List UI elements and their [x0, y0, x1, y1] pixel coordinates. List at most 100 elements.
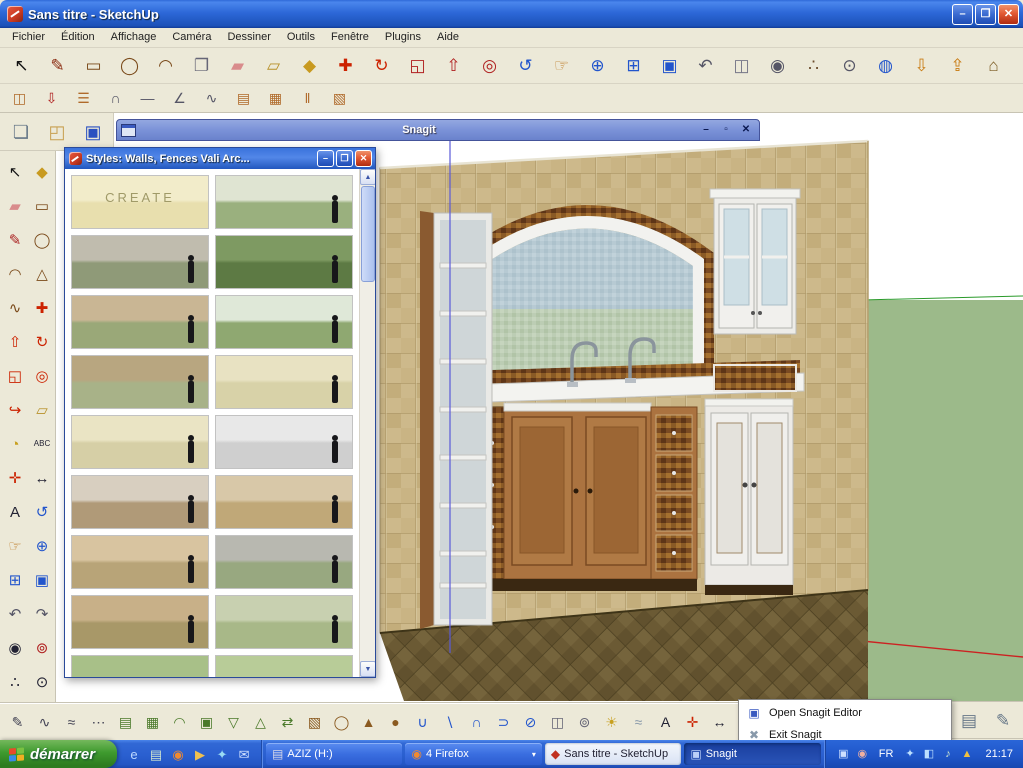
- box-primitive-icon[interactable]: ▧: [301, 707, 328, 737]
- style-stone-wall[interactable]: [71, 235, 209, 289]
- style-iron-gate-fence[interactable]: [215, 175, 353, 229]
- messenger-tray-icon[interactable]: ✦: [900, 742, 919, 766]
- zoom-icon[interactable]: ⊕: [28, 529, 56, 563]
- export-icon[interactable]: ⇪: [940, 49, 975, 82]
- line-icon[interactable]: ✎: [1, 223, 29, 257]
- zoom-icon[interactable]: ⊕: [580, 49, 615, 82]
- menu-outils[interactable]: Outils: [279, 28, 323, 47]
- menu-plugins[interactable]: Plugins: [377, 28, 429, 47]
- menu-affichage[interactable]: Affichage: [103, 28, 165, 47]
- orbit-icon[interactable]: ↺: [28, 495, 56, 529]
- lower-cabinets[interactable]: [479, 398, 794, 595]
- task-aziz-drive[interactable]: ▤ AZIZ (H:): [266, 743, 403, 765]
- menu-fenetre[interactable]: Fenêtre: [323, 28, 377, 47]
- push-pull-icon[interactable]: ⇧: [436, 49, 471, 82]
- walk-icon[interactable]: ∴: [796, 49, 831, 82]
- axes-icon[interactable]: ✛: [1, 461, 29, 495]
- style-hedge-row[interactable]: [71, 655, 209, 677]
- section-plane-icon[interactable]: ◫: [724, 49, 759, 82]
- maximize-button[interactable]: ❐: [336, 150, 353, 167]
- rotate-icon[interactable]: ↻: [364, 49, 399, 82]
- style-concrete-wall[interactable]: [215, 415, 353, 469]
- capture-tray-icon[interactable]: ◉: [853, 742, 872, 766]
- internet-explorer-icon[interactable]: e: [123, 742, 145, 766]
- move-icon[interactable]: ✚: [28, 291, 56, 325]
- freehand-plus-icon[interactable]: ✎: [4, 707, 31, 737]
- scroll-thumb[interactable]: [361, 186, 375, 282]
- snagit-pen-icon[interactable]: ✎: [987, 704, 1019, 736]
- fence-tool-icon[interactable]: ▦: [260, 85, 291, 112]
- eye-icon[interactable]: ◉: [1, 631, 29, 665]
- move-icon[interactable]: ✚: [328, 49, 363, 82]
- close-button[interactable]: ✕: [355, 150, 372, 167]
- close-button[interactable]: ✕: [737, 122, 755, 138]
- maximize-button[interactable]: ❐: [975, 3, 996, 25]
- select-icon[interactable]: ↖: [1, 155, 29, 189]
- eraser-icon[interactable]: ▰: [1, 189, 29, 223]
- polygon-icon[interactable]: △: [28, 257, 56, 291]
- styles-scrollbar[interactable]: ▲ ▼: [359, 169, 375, 677]
- style-wood-privacy-fence[interactable]: [71, 355, 209, 409]
- menu-open-snagit-editor[interactable]: ▣ Open Snagit Editor: [739, 702, 951, 724]
- save-icon[interactable]: ▣: [75, 115, 111, 149]
- messenger-icon[interactable]: ✦: [211, 742, 233, 766]
- freehand-curve-icon[interactable]: ∿: [196, 85, 227, 112]
- shelving-unit[interactable]: [420, 211, 493, 629]
- style-stone-retaining-wall[interactable]: [215, 535, 353, 589]
- style-wood-board-fence[interactable]: [71, 295, 209, 349]
- paint-bucket-icon[interactable]: ◆: [292, 49, 327, 82]
- new-document-icon[interactable]: ❏: [3, 115, 39, 149]
- task-sketchup[interactable]: ◆ Sans titre - SketchUp: [544, 743, 682, 765]
- mail-icon[interactable]: ✉: [233, 742, 255, 766]
- menu-edition[interactable]: Édition: [53, 28, 103, 47]
- pan-icon[interactable]: ☞: [544, 49, 579, 82]
- previous-view-icon[interactable]: ↶: [688, 49, 723, 82]
- pyramid-primitive-icon[interactable]: ▲: [355, 707, 382, 737]
- fog-icon[interactable]: ≈: [625, 707, 652, 737]
- axes-icon[interactable]: ✛: [679, 707, 706, 737]
- rectangle-icon[interactable]: ▭: [28, 189, 56, 223]
- previous-view-icon[interactable]: ↶: [1, 597, 29, 631]
- camera-icon[interactable]: ⊚: [571, 707, 598, 737]
- style-round-planter-wall[interactable]: [215, 595, 353, 649]
- union-icon[interactable]: ∪: [409, 707, 436, 737]
- polyline-icon[interactable]: ≈: [58, 707, 85, 737]
- style-grass-berm[interactable]: [215, 655, 353, 677]
- menu-fichier[interactable]: Fichier: [4, 28, 53, 47]
- snagit-printer-icon[interactable]: ▤: [953, 704, 985, 736]
- open-folder-icon[interactable]: ◰: [39, 115, 75, 149]
- style-green-mesh-fence[interactable]: [215, 235, 353, 289]
- look-around-icon[interactable]: ⊙: [832, 49, 867, 82]
- arc-icon[interactable]: ◠: [1, 257, 29, 291]
- section-plane-icon[interactable]: ◫: [544, 707, 571, 737]
- rail-tool-icon[interactable]: ‖: [292, 85, 323, 112]
- minimize-button[interactable]: –: [697, 122, 715, 138]
- subtract-icon[interactable]: ∖: [436, 707, 463, 737]
- network-tray-icon[interactable]: ◧: [919, 742, 938, 766]
- arched-mirror-window[interactable]: [461, 205, 714, 383]
- paint-bucket-icon[interactable]: ◆: [28, 155, 56, 189]
- sandbox-contours-icon[interactable]: ▤: [112, 707, 139, 737]
- grass-ground[interactable]: [861, 295, 1023, 703]
- text-icon[interactable]: ABC: [28, 427, 56, 461]
- angle-tool-icon[interactable]: ∠: [164, 85, 195, 112]
- follow-me-icon[interactable]: ↪: [1, 393, 29, 427]
- position-camera-icon[interactable]: ⊚: [28, 631, 56, 665]
- style-brick-pillar-fence[interactable]: [71, 475, 209, 529]
- look-around-icon[interactable]: ⊙: [28, 665, 56, 699]
- position-camera-icon[interactable]: ◉: [760, 49, 795, 82]
- bezier-curve-icon[interactable]: ∿: [31, 707, 58, 737]
- freehand-icon[interactable]: ∿: [1, 291, 29, 325]
- intersect-icon[interactable]: ∩: [463, 707, 490, 737]
- zoom-window-icon[interactable]: ⊞: [616, 49, 651, 82]
- language-indicator[interactable]: FR: [875, 748, 898, 760]
- line-icon[interactable]: ✎: [40, 49, 75, 82]
- scale-icon[interactable]: ◱: [1, 359, 29, 393]
- walk-icon[interactable]: ∴: [1, 665, 29, 699]
- close-button[interactable]: ✕: [998, 3, 1019, 25]
- arc-icon[interactable]: ◠: [148, 49, 183, 82]
- roof-tool-icon[interactable]: ∩: [100, 85, 131, 112]
- push-pull-icon[interactable]: ⇧: [1, 325, 29, 359]
- drape-icon[interactable]: ▽: [220, 707, 247, 737]
- split-icon[interactable]: ⊘: [517, 707, 544, 737]
